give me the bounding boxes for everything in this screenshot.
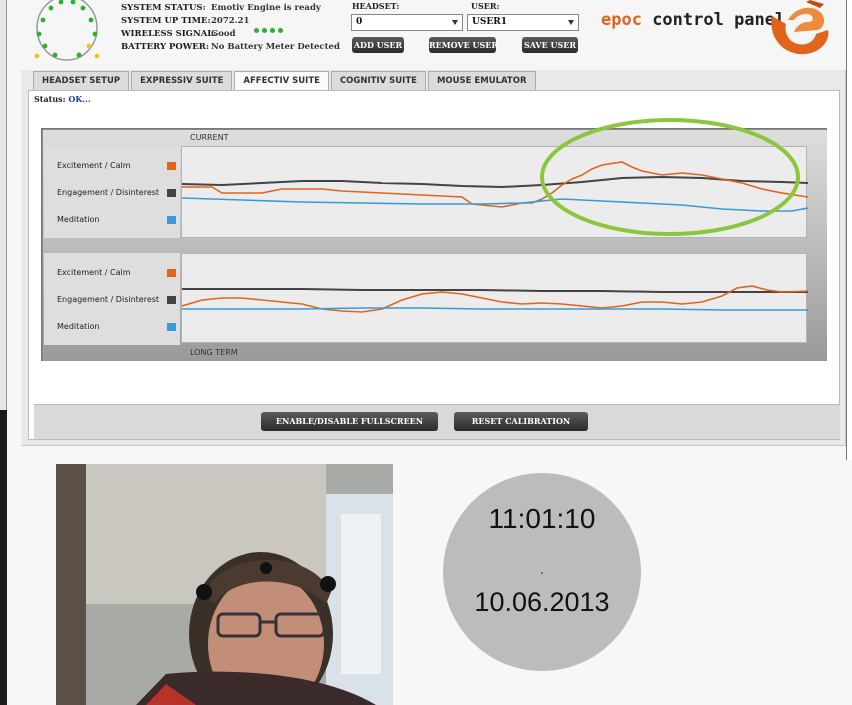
user-select[interactable]: USER1	[467, 14, 579, 31]
right-window-edge	[846, 0, 852, 460]
header: SYSTEM STATUS: Emotiv Engine is ready SYS…	[21, 0, 846, 70]
longterm-graph-label: LONG TERM	[190, 348, 238, 357]
legend-excitement-label: Excitement / Calm	[57, 161, 131, 170]
longterm-plot	[181, 253, 809, 343]
suite-tabs: HEADSET SETUP EXPRESSIV SUITE AFFECTIV S…	[33, 71, 536, 91]
webcam-feed	[56, 464, 393, 705]
legend-meditation-label: Meditation	[57, 322, 100, 331]
uptime-value: 2072.21	[211, 16, 250, 26]
affectiv-suite-panel: Status: OK... CURRENT Excitement / Calm …	[28, 90, 840, 440]
user-select-value: USER1	[472, 17, 507, 27]
user-label: USER:	[471, 1, 500, 11]
status-line-value: OK...	[68, 94, 91, 104]
headset-select[interactable]: 0	[351, 14, 463, 31]
uptime-label: SYSTEM UP TIME:	[121, 16, 211, 26]
clock-time: 11:01:10	[488, 503, 596, 534]
legend-engagement-label: Engagement / Disinterest	[57, 188, 160, 197]
left-window-edge	[0, 0, 7, 705]
longterm-engagement-line	[182, 288, 808, 293]
epoc-control-panel-window: SYSTEM STATUS: Emotiv Engine is ready SYS…	[21, 0, 846, 446]
system-status-value: Emotiv Engine is ready	[211, 3, 321, 13]
battery-value: No Battery Meter Detected	[211, 42, 340, 52]
headset-sensor-map-icon	[34, 0, 100, 61]
battery-label: BATTERY POWER:	[121, 42, 209, 52]
legend-excitement-label: Excitement / Calm	[57, 268, 131, 277]
legend-engagement-label: Engagement / Disinterest	[57, 295, 160, 304]
chevron-down-icon	[568, 20, 574, 25]
add-user-button[interactable]: ADD USER	[352, 37, 404, 53]
status-line-label: Status:	[34, 94, 66, 104]
bottom-toolbar: ENABLE/DISABLE FULLSCREEN RESET CALIBRAT…	[34, 404, 840, 439]
wireless-value: Good	[211, 29, 236, 39]
wireless-label: WIRELESS SIGNAL:	[121, 29, 217, 39]
brand-title-control-panel: control panel	[641, 10, 786, 30]
emotiv-logo-icon	[771, 0, 829, 55]
tab-expressiv-suite[interactable]: EXPRESSIV SUITE	[131, 71, 233, 90]
chevron-down-icon	[452, 20, 458, 25]
headset-label: HEADSET:	[352, 1, 400, 11]
tab-mouse-emulator[interactable]: MOUSE EMULATOR	[427, 71, 536, 90]
current-graph-label: CURRENT	[190, 133, 229, 142]
brand-title: epoc control panel	[601, 10, 785, 30]
headset-select-value: 0	[356, 17, 363, 27]
longterm-plot-lines	[181, 285, 809, 313]
screen: SYSTEM STATUS: Emotiv Engine is ready SYS…	[0, 0, 852, 705]
brand-title-epoc: epoc	[601, 10, 642, 30]
reset-calibration-button[interactable]: RESET CALIBRATION	[454, 412, 588, 431]
legend-meditation-swatch[interactable]	[167, 323, 176, 331]
legend-meditation-label: Meditation	[57, 215, 100, 224]
legend-engagement-swatch[interactable]	[167, 189, 176, 197]
tab-affectiv-suite[interactable]: AFFECTIV SUITE	[234, 71, 329, 91]
legend-excitement-swatch[interactable]	[167, 162, 176, 170]
save-user-button[interactable]: SAVE USER	[522, 37, 578, 53]
tab-headset-setup[interactable]: HEADSET SETUP	[33, 71, 130, 90]
tab-cognitiv-suite[interactable]: COGNITIV SUITE	[330, 71, 426, 90]
remove-user-button[interactable]: REMOVE USER	[429, 37, 498, 53]
system-status-block: SYSTEM STATUS: Emotiv Engine is ready SYS…	[121, 2, 340, 54]
signal-strength-dots	[253, 28, 283, 41]
longterm-legend: Excitement / Calm Engagement / Disintere…	[44, 253, 180, 345]
longterm-meditation-line	[182, 307, 808, 311]
clock-widget: 11:01:10 10.06.2013	[443, 473, 641, 671]
legend-meditation-swatch[interactable]	[167, 216, 176, 224]
fullscreen-toggle-button[interactable]: ENABLE/DISABLE FULLSCREEN	[261, 412, 438, 431]
clock-date: 10.06.2013	[474, 587, 610, 617]
legend-excitement-swatch[interactable]	[167, 269, 176, 277]
status-line: Status: OK...	[34, 94, 91, 104]
webcam-person-image	[56, 464, 393, 705]
clock-separator-dot	[541, 572, 543, 574]
current-legend: Excitement / Calm Engagement / Disintere…	[44, 146, 180, 238]
highlight-ellipse	[540, 118, 800, 236]
system-status-label: SYSTEM STATUS:	[121, 3, 206, 13]
legend-engagement-swatch[interactable]	[167, 296, 176, 304]
